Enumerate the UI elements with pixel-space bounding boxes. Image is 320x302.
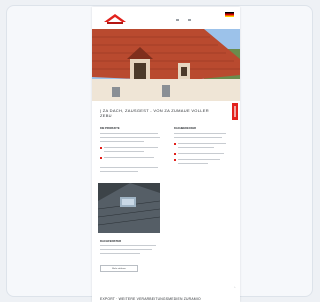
hero-image [92,29,240,101]
german-flag-icon[interactable] [225,12,234,17]
text-line [178,147,214,149]
text-line [100,249,152,251]
nav-item[interactable] [176,19,179,21]
teaser-image[interactable] [98,183,160,233]
text-line [104,151,144,153]
text-line [100,167,158,169]
text-line [100,137,160,139]
right-column-title: DACHBEDECKER [174,127,197,130]
page-headline: | ZA DACH, ZAUSGEST - VON ZA ZUMAUE VOLL… [100,108,209,118]
text-line [104,147,158,149]
text-line [178,163,208,165]
text-line [100,171,138,173]
text-line [178,153,224,155]
scroll-up-icon[interactable]: ⌃ [233,286,236,290]
bullet-icon [100,147,102,149]
bullet-icon [100,157,102,159]
section-heading: EXPORT · WEITERE VERARBEITUNGSMEDIEN ZUR… [100,297,201,301]
left-column-title: DIE PRODUKTE [100,127,120,130]
bullet-icon [174,159,176,161]
text-line [178,143,226,145]
text-line [100,245,156,247]
nav-item[interactable] [188,19,191,21]
bullet-icon [174,153,176,155]
text-line [100,253,140,255]
website-screenshot: | ZA DACH, ZAUSGEST - VON ZA ZUMAUE VOLL… [92,7,240,302]
text-line [174,137,222,139]
teaser-title: DACHFENSTER [100,239,122,243]
roof-logo-icon[interactable] [102,12,128,26]
text-line [104,157,154,159]
text-line [178,159,220,161]
text-line [174,133,226,135]
text-line [100,141,144,143]
bullet-icon [174,143,176,145]
side-contact-tab[interactable] [232,103,238,120]
teaser-button[interactable]: Mehr erfahren [100,265,138,272]
text-line [100,133,158,135]
